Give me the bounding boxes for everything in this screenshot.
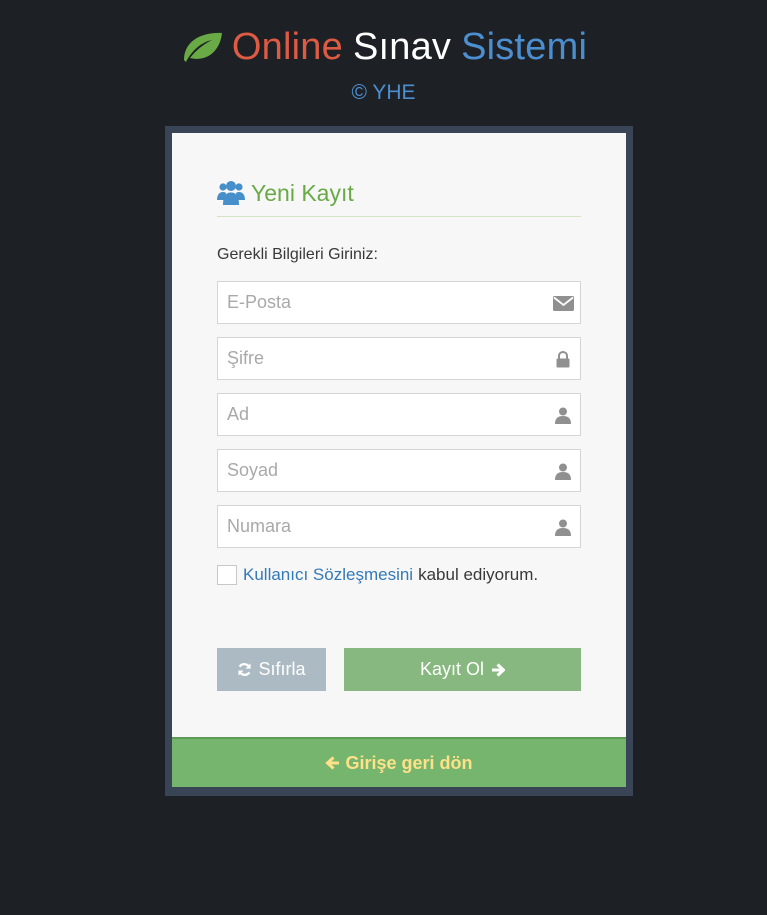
password-field-wrapper [217, 337, 581, 380]
back-to-login-label: Girişe geri dön [345, 752, 473, 773]
envelope-icon [552, 293, 574, 313]
last-name-field[interactable] [218, 450, 580, 491]
signup-panel: Yeni Kayıt Gerekli Bilgileri Giriniz: E-… [172, 133, 626, 737]
form-prompt: Gerekli Bilgileri Giriniz: [217, 246, 378, 263]
title-word-sistemi: Sistemi [461, 26, 588, 68]
agreement-checkbox[interactable] [217, 565, 237, 585]
password-field[interactable] [218, 338, 580, 379]
back-to-login-link[interactable]: Girişe geri dön [325, 752, 473, 774]
title-word-online: Online [231, 26, 343, 68]
number-field-wrapper [217, 505, 581, 548]
first-name-field-wrapper [217, 393, 581, 436]
arrow-right-icon [492, 662, 506, 677]
back-to-login-bar[interactable]: Girişe geri dön [172, 737, 626, 787]
user-agreement-link[interactable]: Kullanıcı Sözleşmesini [243, 565, 413, 585]
user-icon [552, 461, 574, 481]
first-name-field[interactable] [218, 394, 580, 435]
signup-box: Yeni Kayıt Gerekli Bilgileri Giriniz: E-… [165, 126, 633, 796]
user-icon [552, 517, 574, 537]
leaf-icon [183, 32, 222, 62]
users-icon [217, 181, 245, 205]
form-heading: Yeni Kayıt [217, 179, 581, 217]
agreement-text: kabul ediyorum. [418, 565, 539, 584]
register-button[interactable]: Kayıt Ol [344, 648, 581, 691]
page-header: Online Sınav Sistemi © YHE [0, 24, 767, 106]
form-heading-text: Yeni Kayıt [251, 180, 354, 206]
register-button-label: Kayıt Ol [419, 659, 485, 679]
refresh-icon [238, 663, 252, 676]
email-field-wrapper [217, 281, 581, 324]
number-field[interactable] [218, 506, 580, 547]
reset-button[interactable]: Sıfırla [217, 648, 326, 691]
user-icon [552, 405, 574, 425]
email-field[interactable] [218, 282, 580, 323]
last-name-field-wrapper [217, 449, 581, 492]
lock-icon [552, 349, 574, 369]
copyright-subtitle: © YHE [351, 81, 416, 104]
reset-button-label: Sıfırla [258, 659, 306, 679]
agreement-row: Kullanıcı Sözleşmesini kabul ediyorum. [217, 565, 538, 585]
arrow-left-icon [325, 756, 340, 770]
title-word-sinav: Sınav [352, 26, 452, 68]
app-title: Online Sınav Sistemi [0, 24, 767, 70]
